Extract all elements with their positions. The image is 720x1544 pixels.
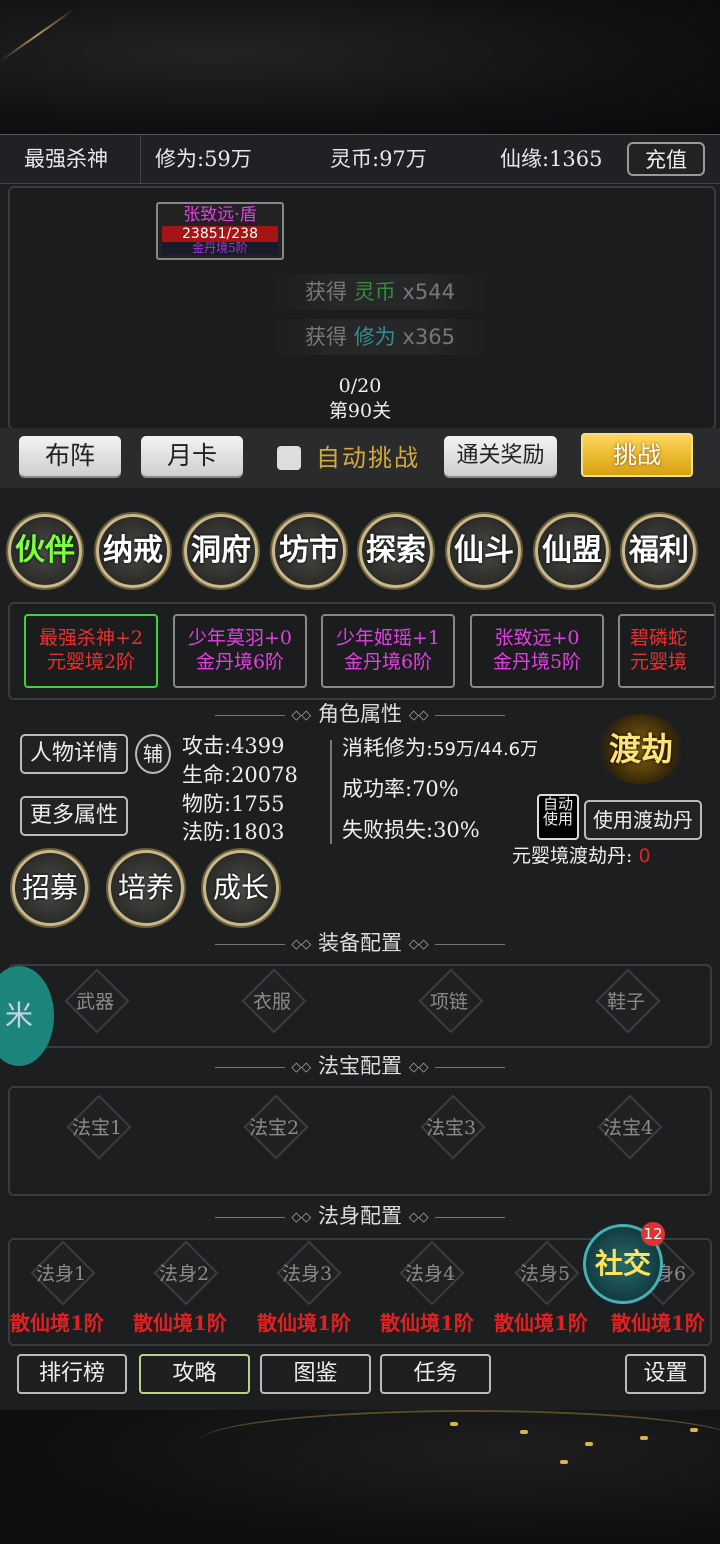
partner-list: 最强杀神+2 元婴境2阶 少年莫羽+0 金丹境6阶 少年姬瑶+1 金丹境6阶 张… [8, 602, 716, 700]
enemy-hp-bar: 23851/238 [162, 226, 278, 242]
menu-duel[interactable]: 仙斗 [447, 514, 521, 588]
partner-card[interactable]: 最强杀神+2 元婴境2阶 [24, 614, 158, 688]
equipment-slot[interactable]: 鞋子 [581, 968, 671, 1038]
ranking-button[interactable]: 排行榜 [17, 1354, 127, 1394]
settings-button[interactable]: 设置 [625, 1354, 706, 1394]
menu-welfare[interactable]: 福利 [622, 514, 696, 588]
menu-ring[interactable]: 纳戒 [96, 514, 170, 588]
tribulation-icon[interactable]: 渡劫 [598, 714, 684, 784]
background-bottom [0, 1410, 720, 1544]
atlas-button[interactable]: 图鉴 [260, 1354, 371, 1394]
auto-use-toggle[interactable]: 自动使用 [537, 794, 579, 840]
partner-card[interactable]: 少年莫羽+0 金丹境6阶 [173, 614, 307, 688]
monthly-card-button[interactable]: 月卡 [141, 436, 243, 476]
train-button[interactable]: 培养 [108, 850, 184, 926]
failure-loss: 失败损失:30% [342, 818, 480, 842]
body-realm: 散仙境1阶 [133, 1311, 227, 1335]
equipment-title: ◇◇ 装备配置 ◇◇ [0, 929, 720, 959]
guide-button[interactable]: 攻略 [139, 1354, 250, 1394]
cost-cultivation: 消耗修为:59万/44.6万 [342, 736, 539, 760]
menu-cave[interactable]: 洞府 [184, 514, 258, 588]
assist-button[interactable]: 辅 [135, 734, 171, 774]
body-realm: 散仙境1阶 [10, 1311, 104, 1335]
menu-market[interactable]: 坊市 [272, 514, 346, 588]
player-name: 最强杀神 [24, 147, 108, 171]
treasure-title: ◇◇ 法宝配置 ◇◇ [0, 1052, 720, 1082]
use-pill-button[interactable]: 使用渡劫丹 [584, 800, 702, 840]
partner-card[interactable]: 碧磷蛇 元婴境 [618, 614, 714, 688]
challenge-button[interactable]: 挑战 [581, 433, 693, 477]
body-realm: 散仙境1阶 [611, 1311, 705, 1335]
spirit-coin-value: 灵币:97万 [330, 147, 427, 171]
menu-alliance[interactable]: 仙盟 [535, 514, 609, 588]
body-slot[interactable]: 法身5 [500, 1240, 590, 1310]
body-slot[interactable]: 法身1 [16, 1240, 106, 1310]
treasure-slot[interactable]: 法宝4 [583, 1094, 673, 1164]
enemy-level: 金丹境5阶 [162, 242, 278, 255]
clear-reward-button[interactable]: 通关奖励 [444, 436, 557, 476]
more-attributes-button[interactable]: 更多属性 [20, 796, 128, 836]
body-realm: 散仙境1阶 [380, 1311, 474, 1335]
cultivation-value: 修为:59万 [155, 147, 252, 171]
treasure-slot[interactable]: 法宝1 [52, 1094, 142, 1164]
auto-challenge-label[interactable]: 自动挑战 [316, 440, 420, 476]
social-badge: 12 [641, 1222, 665, 1246]
recharge-button[interactable]: 充值 [627, 142, 705, 176]
success-rate: 成功率:70% [342, 777, 459, 801]
stage-number: 第90关 [328, 400, 392, 422]
partner-card[interactable]: 张致远+0 金丹境5阶 [470, 614, 604, 688]
menu-partner[interactable]: 伙伴 [8, 514, 82, 588]
body-realm: 散仙境1阶 [257, 1311, 351, 1335]
divider [330, 740, 332, 844]
pdef-stat: 物防:1755 [182, 792, 285, 816]
gain-log-coin: 获得 灵币 x544 [270, 274, 490, 310]
treasure-slot[interactable]: 法宝3 [406, 1094, 496, 1164]
enemy-card[interactable]: 张致远·盾 23851/238 金丹境5阶 [156, 202, 284, 260]
main-panel: 最强杀神 修为:59万 灵币:97万 仙缘:1365 充值 张致远·盾 2385… [0, 134, 720, 1410]
pill-count: 元婴境渡劫丹: 0 [512, 845, 651, 867]
treasure-slot[interactable]: 法宝2 [229, 1094, 319, 1164]
hp-stat: 生命:20078 [182, 763, 298, 787]
treasure-box: 法宝1 法宝2 法宝3 法宝4 [8, 1086, 712, 1196]
enemy-name: 张致远·盾 [183, 205, 257, 225]
body-slot[interactable]: 法身4 [385, 1240, 475, 1310]
grow-button[interactable]: 成长 [203, 850, 279, 926]
fate-value: 仙缘:1365 [500, 147, 603, 171]
top-status-bar: 最强杀神 修为:59万 灵币:97万 仙缘:1365 充值 [0, 134, 720, 184]
body-realm: 散仙境1阶 [494, 1311, 588, 1335]
background-top [0, 0, 720, 134]
formation-button[interactable]: 布阵 [19, 436, 121, 476]
task-button[interactable]: 任务 [380, 1354, 491, 1394]
character-detail-button[interactable]: 人物详情 [20, 734, 128, 774]
auto-challenge-checkbox[interactable] [277, 446, 301, 470]
attack-stat: 攻击:4399 [182, 734, 285, 758]
body-slot[interactable]: 法身2 [139, 1240, 229, 1310]
body-slot[interactable]: 法身3 [262, 1240, 352, 1310]
gain-log-cultivation: 获得 修为 x365 [270, 319, 490, 355]
stage-progress: 0/20 [338, 375, 382, 397]
recruit-button[interactable]: 招募 [12, 850, 88, 926]
menu-explore[interactable]: 探索 [359, 514, 433, 588]
equipment-box: 武器 衣服 项链 鞋子 [8, 964, 712, 1048]
equipment-slot[interactable]: 武器 [50, 968, 140, 1038]
equipment-slot[interactable]: 衣服 [227, 968, 317, 1038]
partner-card[interactable]: 少年姬瑶+1 金丹境6阶 [321, 614, 455, 688]
mdef-stat: 法防:1803 [182, 820, 285, 844]
equipment-slot[interactable]: 项链 [404, 968, 494, 1038]
